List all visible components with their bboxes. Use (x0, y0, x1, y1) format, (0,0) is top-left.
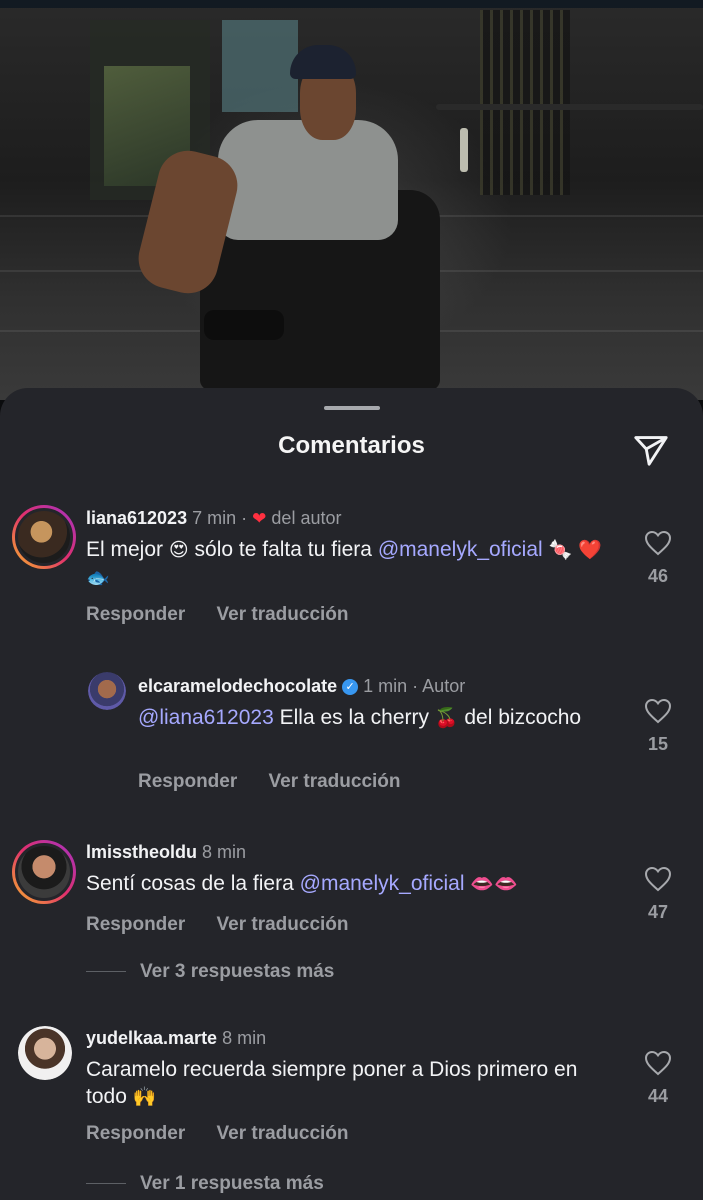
comment-text-part: Caramelo recuerda siempre poner a Dios p… (86, 1058, 578, 1108)
heart-outline-icon (644, 530, 672, 556)
post-photo (0, 0, 703, 400)
heart-outline-icon (644, 866, 672, 892)
comment-text-part: del bizcocho (464, 706, 582, 729)
background-lamp (460, 128, 468, 172)
man-shirt (218, 120, 398, 240)
raised-hands-emoji: 🙌 (132, 1086, 157, 1108)
comment-text: El mejor 😍 sólo te falta tu fiera @manel… (86, 536, 616, 592)
reply-button[interactable]: Responder (86, 604, 185, 625)
heart-eyes-emoji: 😍 (168, 539, 189, 561)
reply-button[interactable]: Responder (138, 771, 237, 792)
like-button[interactable]: 44 (636, 1050, 680, 1107)
like-count: 46 (647, 566, 669, 586)
heart-outline-icon (644, 698, 672, 724)
comment-text: Sentí cosas de la fiera @manelyk_oficial… (86, 870, 616, 898)
like-count: 15 (647, 734, 669, 754)
comment-username[interactable]: elcaramelodechocolate (138, 676, 337, 696)
man-shoe (204, 310, 284, 340)
sheet-title: Comentarios (278, 432, 425, 459)
verified-badge-icon: ✓ (342, 679, 359, 696)
author-like-label: del autor (271, 508, 342, 528)
view-more-replies-label: Ver 1 respuesta más (140, 1173, 324, 1194)
man-cap (290, 45, 356, 79)
cherry-emoji: 🍒 (434, 707, 459, 729)
replies-line (86, 971, 126, 973)
comment-text-part: Ella es la cherry (279, 706, 429, 729)
author-role-label: Autor (422, 676, 466, 696)
mention-link[interactable]: @manelyk_oficial (300, 872, 465, 895)
comment-text-part: El mejor (86, 538, 164, 561)
view-more-replies-button[interactable]: Ver 1 respuesta más (86, 1173, 324, 1195)
avatar[interactable] (88, 672, 126, 710)
meta-separator: · (412, 676, 419, 696)
comment-text-part: Sentí cosas de la fiera (86, 872, 294, 895)
comment-text: Caramelo recuerda siempre poner a Dios p… (86, 1056, 616, 1111)
translate-button[interactable]: Ver traducción (217, 914, 349, 935)
comment-time: 1 min (363, 676, 408, 696)
author-heart-icon: ❤ (252, 509, 267, 528)
reply-button[interactable]: Responder (86, 914, 185, 935)
view-more-replies-button[interactable]: Ver 3 respuestas más (86, 961, 334, 983)
comment-time: 8 min (222, 1028, 267, 1048)
like-button[interactable]: 46 (636, 530, 680, 587)
meta-separator: · (241, 508, 248, 528)
seated-man (132, 40, 440, 390)
comment-text: @liana612023 Ella es la cherry 🍒 del biz… (138, 704, 608, 732)
paper-plane-icon (634, 436, 668, 466)
comment-username[interactable]: yudelkaa.marte (86, 1028, 217, 1048)
like-button[interactable]: 15 (636, 698, 680, 755)
replies-line (86, 1183, 126, 1185)
comment-username[interactable]: liana612023 (86, 508, 187, 528)
view-more-replies-label: Ver 3 respuestas más (140, 961, 335, 982)
avatar[interactable] (12, 505, 76, 569)
like-count: 44 (647, 1086, 669, 1106)
stair-rail (436, 104, 703, 110)
translate-button[interactable]: Ver traducción (269, 771, 401, 792)
reply-button[interactable]: Responder (86, 1123, 185, 1144)
mention-link[interactable]: @manelyk_oficial (378, 538, 543, 561)
avatar[interactable] (12, 840, 76, 904)
mention-link[interactable]: @liana612023 (138, 706, 274, 729)
avatar[interactable] (18, 1026, 72, 1080)
sheet-drag-handle[interactable] (324, 406, 380, 410)
comment-time: 8 min (202, 842, 247, 862)
comments-sheet: Comentarios liana612023 7 min · ❤ del au… (0, 388, 703, 1200)
translate-button[interactable]: Ver traducción (217, 1123, 349, 1144)
heart-outline-icon (644, 1050, 672, 1076)
comment-time: 7 min (192, 508, 237, 528)
lips-emojis: 👄👄 (470, 873, 518, 895)
translate-button[interactable]: Ver traducción (217, 604, 349, 625)
comment-text-part: sólo te falta tu fiera (194, 538, 372, 561)
like-count: 47 (647, 902, 669, 922)
photo-top-strip (0, 0, 703, 8)
share-button[interactable] (630, 428, 672, 470)
background-gate (480, 10, 570, 195)
comment-username[interactable]: lmisstheoldu (86, 842, 197, 862)
like-button[interactable]: 47 (636, 866, 680, 923)
